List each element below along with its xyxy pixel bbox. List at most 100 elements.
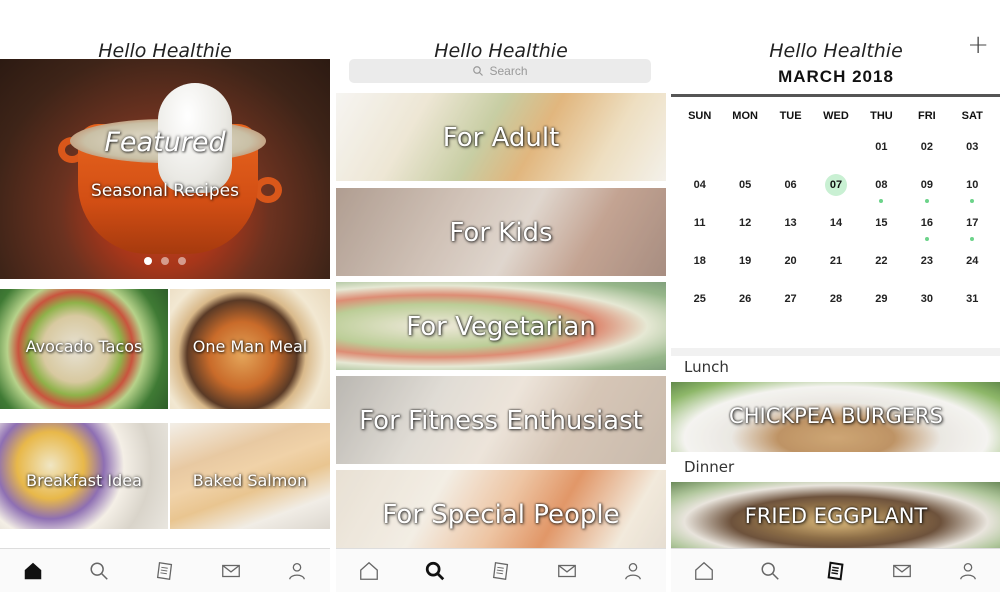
calendar-day[interactable]: 20	[768, 246, 813, 284]
calendar-day[interactable]: 01	[859, 132, 904, 170]
recipe-tile-breakfast-idea[interactable]: Breakfast Idea	[0, 423, 168, 529]
event-dot	[924, 199, 929, 203]
recipe-tile-avocado-tacos[interactable]: Avocado Tacos	[0, 289, 168, 409]
calendar-day[interactable]: 14	[813, 208, 858, 246]
calendar-day[interactable]: 10	[950, 170, 995, 208]
calendar-day[interactable]: 29	[859, 284, 904, 322]
calendar-day[interactable]: 31	[950, 284, 995, 322]
calendar-day[interactable]: 11	[677, 208, 722, 246]
calendar-day[interactable]: 18	[677, 246, 722, 284]
tab-recipes[interactable]	[486, 556, 516, 586]
tab-bar	[0, 548, 330, 592]
tab-recipes[interactable]	[821, 556, 851, 586]
day-number: 02	[920, 141, 933, 153]
calendar-empty-cell	[768, 132, 813, 170]
day-number: 04	[693, 179, 706, 191]
calendar-day[interactable]: 21	[813, 246, 858, 284]
search-placeholder: Search	[489, 64, 528, 78]
calendar-day[interactable]: 05	[722, 170, 767, 208]
tab-profile[interactable]	[953, 556, 983, 586]
calendar-day[interactable]: 28	[813, 284, 858, 322]
meal-dish: FRIED EGGPLANT	[744, 504, 928, 528]
day-number: 19	[739, 255, 752, 267]
carousel-dot[interactable]	[144, 257, 152, 265]
home-icon	[24, 562, 42, 579]
recipe-tile-one-man-meal[interactable]: One Man Meal	[170, 289, 330, 409]
tab-messages[interactable]	[552, 556, 582, 586]
category-for-kids[interactable]: For Kids	[336, 188, 666, 276]
category-label: For Adult	[442, 123, 560, 153]
carousel-dots[interactable]	[0, 257, 330, 265]
calendar-day[interactable]: 27	[768, 284, 813, 322]
recipe-icon	[827, 561, 844, 580]
tab-messages[interactable]	[216, 556, 246, 586]
carousel-dot[interactable]	[161, 257, 169, 265]
meal-dish: CHICKPEA BURGERS	[729, 404, 943, 428]
category-label: For Vegetarian	[406, 312, 596, 342]
tab-search[interactable]	[420, 556, 450, 586]
day-number: 13	[784, 217, 797, 229]
calendar-day[interactable]: 15	[859, 208, 904, 246]
calendar-day[interactable]: 04	[677, 170, 722, 208]
meal-card-dinner[interactable]: FRIED EGGPLANT	[671, 482, 1000, 548]
event-dot	[970, 237, 975, 241]
divider	[671, 348, 1000, 356]
tile-label: Avocado Tacos	[25, 337, 143, 356]
tab-profile[interactable]	[282, 556, 312, 586]
search-input[interactable]: Search	[349, 59, 651, 83]
tab-recipes[interactable]	[150, 556, 180, 586]
day-number: 10	[966, 179, 979, 191]
calendar-day[interactable]: 30	[904, 284, 949, 322]
day-number: 17	[966, 217, 979, 229]
calendar-day[interactable]: 17	[950, 208, 995, 246]
calendar-day[interactable]: 25	[677, 284, 722, 322]
add-button[interactable]: +	[967, 32, 989, 58]
day-number: 24	[966, 255, 979, 267]
tab-profile[interactable]	[618, 556, 648, 586]
category-label: For Kids	[449, 218, 553, 248]
carousel-dot[interactable]	[178, 257, 186, 265]
event-dot	[970, 199, 975, 203]
mail-icon	[558, 564, 576, 577]
category-for-vegetarian[interactable]: For Vegetarian	[336, 282, 666, 370]
day-number: 22	[875, 255, 888, 267]
search-screen: Hello Healthie Search For Adult For Kids…	[336, 10, 666, 592]
calendar-day[interactable]: 22	[859, 246, 904, 284]
mail-icon	[893, 564, 911, 577]
tab-home[interactable]	[689, 556, 719, 586]
calendar-day[interactable]: 13	[768, 208, 813, 246]
category-for-adult[interactable]: For Adult	[336, 93, 666, 181]
day-number: 12	[739, 217, 752, 229]
day-number: 15	[875, 217, 888, 229]
tab-messages[interactable]	[887, 556, 917, 586]
calendar-day[interactable]: 26	[722, 284, 767, 322]
calendar-day[interactable]: 02	[904, 132, 949, 170]
calendar-day[interactable]: 03	[950, 132, 995, 170]
profile-icon	[960, 562, 976, 580]
day-number: 09	[920, 179, 933, 191]
tab-search[interactable]	[84, 556, 114, 586]
meal-card-lunch[interactable]: CHICKPEA BURGERS	[671, 382, 1000, 452]
search-icon	[473, 66, 484, 76]
home-screen: Hello Healthie Featured Seasonal Recipes…	[0, 10, 330, 592]
calendar-day[interactable]: 19	[722, 246, 767, 284]
calendar-day[interactable]: 06	[768, 170, 813, 208]
category-for-fitness-enthusiast[interactable]: For Fitness Enthusiast	[336, 376, 666, 464]
day-number: 18	[693, 255, 706, 267]
calendar-day[interactable]: 08	[859, 170, 904, 208]
day-number: 20	[784, 255, 797, 267]
calendar-day[interactable]: 16	[904, 208, 949, 246]
recipe-tile-baked-salmon[interactable]: Baked Salmon	[170, 423, 330, 529]
tab-search[interactable]	[755, 556, 785, 586]
profile-icon	[625, 562, 641, 580]
calendar-day[interactable]: 24	[950, 246, 995, 284]
calendar-day[interactable]: 12	[722, 208, 767, 246]
home-icon	[695, 561, 713, 580]
category-for-special-people[interactable]: For Special People	[336, 470, 666, 558]
tab-home[interactable]	[354, 556, 384, 586]
featured-banner[interactable]: Featured Seasonal Recipes	[0, 59, 330, 279]
tab-home[interactable]	[18, 556, 48, 586]
calendar-day[interactable]: 09	[904, 170, 949, 208]
calendar-day[interactable]: 07	[813, 170, 858, 208]
calendar-day[interactable]: 23	[904, 246, 949, 284]
